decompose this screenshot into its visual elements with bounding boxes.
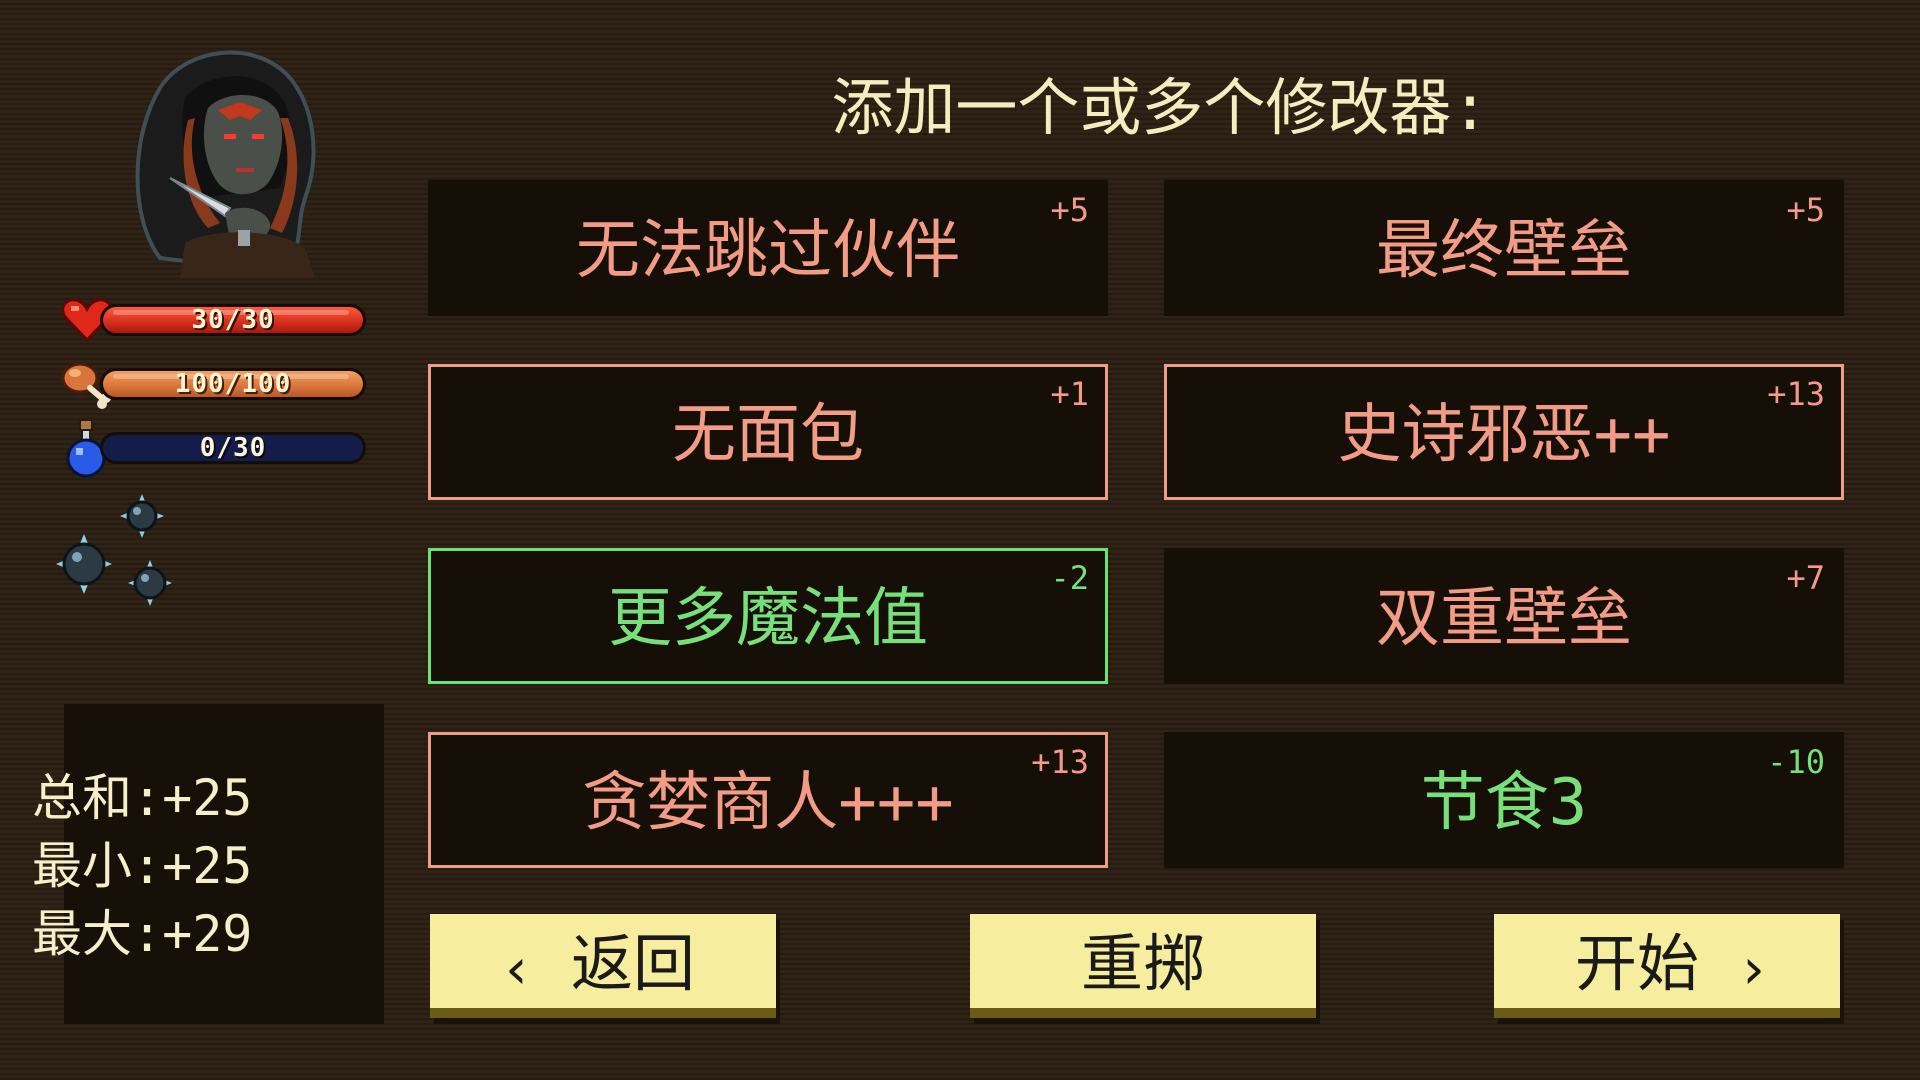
modifier-value: +13	[1031, 743, 1089, 781]
modifier-value: +5	[1786, 191, 1825, 229]
modifier-card[interactable]: 更多魔法值 -2	[428, 548, 1108, 684]
back-button-label: 返回	[570, 927, 695, 1000]
modifier-name: 贪婪商人+++	[582, 766, 954, 840]
reroll-button[interactable]: 重掷	[970, 914, 1316, 1018]
modifier-card[interactable]: 节食3 -10	[1164, 732, 1844, 868]
mana-value: 0/30	[199, 433, 267, 463]
modifier-name: 史诗邪恶++	[1337, 398, 1671, 472]
page-title: 添加一个或多个修改器:	[831, 71, 1489, 144]
spiked-orbs-icon	[56, 494, 176, 614]
back-button[interactable]: ‹ 返回	[430, 914, 776, 1018]
modifier-card[interactable]: 双重壁垒 +7	[1164, 548, 1844, 684]
modifier-name: 无面包	[672, 398, 864, 472]
modifier-card[interactable]: 无面包 +1	[428, 364, 1108, 500]
health-value: 30/30	[191, 305, 275, 335]
modifier-name: 最终壁垒	[1376, 214, 1632, 288]
modifier-name: 双重壁垒	[1376, 582, 1632, 656]
health-bar: 30/30	[100, 304, 366, 336]
modifier-value: +5	[1050, 191, 1089, 229]
modifier-card[interactable]: 贪婪商人+++ +13	[428, 732, 1108, 868]
modifier-value: +1	[1050, 375, 1089, 413]
modifier-value: +13	[1767, 375, 1825, 413]
modifier-name: 无法跳过伙伴	[576, 214, 960, 288]
mana-bar: 0/30	[100, 432, 366, 464]
reroll-button-label: 重掷	[1080, 927, 1205, 1000]
total-max: 最大:+29	[32, 905, 253, 963]
food-bar: 100/100	[100, 368, 366, 400]
total-min: 最小:+25	[32, 837, 253, 895]
modifier-name: 更多魔法值	[608, 582, 928, 656]
modifier-value: -2	[1050, 559, 1089, 597]
modifier-name: 节食3	[1420, 766, 1588, 840]
chevron-right-icon: ›	[1736, 937, 1770, 1002]
start-button[interactable]: 开始 ›	[1494, 914, 1840, 1018]
modifier-card[interactable]: 无法跳过伙伴 +5	[428, 180, 1108, 316]
modifier-value: +7	[1786, 559, 1825, 597]
modifier-card[interactable]: 史诗邪恶++ +13	[1164, 364, 1844, 500]
food-value: 100/100	[174, 369, 292, 399]
character-portrait	[90, 28, 350, 288]
modifier-card[interactable]: 最终壁垒 +5	[1164, 180, 1844, 316]
total-sum: 总和:+25	[32, 769, 253, 827]
modifier-value: -10	[1767, 743, 1825, 781]
